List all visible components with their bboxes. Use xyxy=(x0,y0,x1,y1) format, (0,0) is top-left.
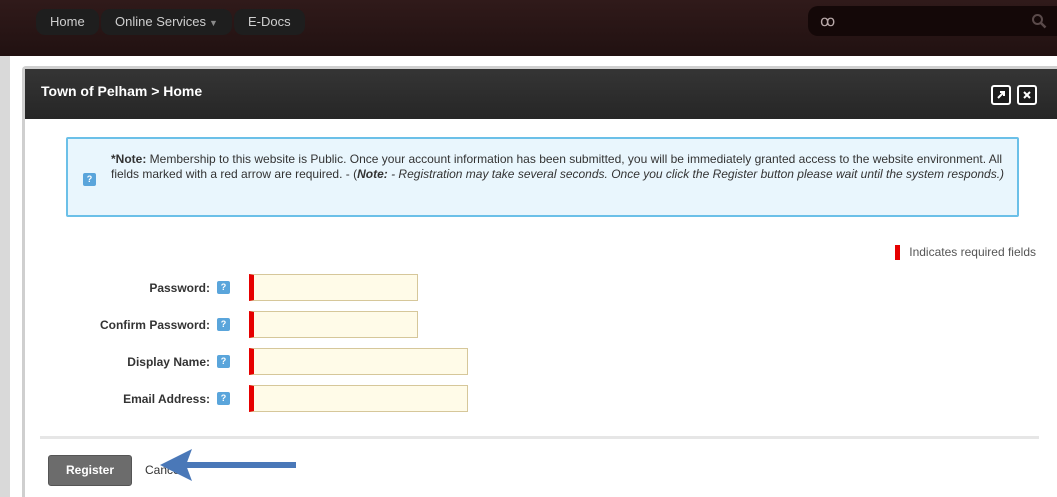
nav-online-services[interactable]: Online Services ▼ xyxy=(101,9,232,35)
required-fields-legend: Indicates required fields xyxy=(895,245,1036,261)
modal-title: Town of Pelham > Home xyxy=(41,83,203,99)
help-icon[interactable]: ? xyxy=(217,318,230,331)
info-icon: ? xyxy=(83,173,96,186)
confirm-password-field[interactable] xyxy=(249,311,418,338)
required-legend-text: Indicates required fields xyxy=(909,245,1036,259)
nav-edocs-label: E-Docs xyxy=(248,14,291,29)
search-icon[interactable] xyxy=(1031,13,1047,29)
nav-edocs[interactable]: E-Docs xyxy=(234,9,305,35)
modal-header: Town of Pelham > Home xyxy=(25,69,1057,119)
note-label-2: Note: xyxy=(357,167,388,181)
confirm-password-label: Confirm Password: xyxy=(99,318,210,332)
note-body-2: - Registration may take several seconds.… xyxy=(387,167,1005,181)
note-text: *Note: Membership to this website is Pub… xyxy=(111,152,1011,182)
divider xyxy=(40,436,1039,439)
password-field[interactable] xyxy=(249,274,418,301)
email-field[interactable] xyxy=(249,385,468,412)
search-input[interactable]: ꝏ xyxy=(808,6,1057,36)
maximize-icon[interactable] xyxy=(991,85,1011,105)
help-icon[interactable]: ? xyxy=(217,281,230,294)
display-name-field[interactable] xyxy=(249,348,468,375)
site-logo-icon: ꝏ xyxy=(820,13,836,30)
help-icon[interactable]: ? xyxy=(217,392,230,405)
chevron-down-icon: ▼ xyxy=(209,18,218,28)
register-button[interactable]: Register xyxy=(48,455,132,486)
display-name-label: Display Name: xyxy=(127,355,210,369)
email-address-label: Email Address: xyxy=(123,392,210,406)
close-icon[interactable] xyxy=(1017,85,1037,105)
membership-note: ? *Note: Membership to this website is P… xyxy=(66,137,1019,217)
registration-modal: Town of Pelham > Home ? *Note: Membershi… xyxy=(22,66,1057,497)
note-label: *Note: xyxy=(111,152,147,166)
nav-home-label: Home xyxy=(50,14,85,29)
nav-online-services-label: Online Services xyxy=(115,14,207,29)
required-marker xyxy=(895,245,901,261)
nav-home[interactable]: Home xyxy=(36,9,99,35)
password-label: Password: xyxy=(149,281,210,295)
page-edge xyxy=(0,0,10,497)
help-icon[interactable]: ? xyxy=(217,355,230,368)
annotation-arrow-icon xyxy=(160,449,296,481)
top-navbar: Home Online Services ▼ E-Docs ꝏ xyxy=(0,0,1057,56)
